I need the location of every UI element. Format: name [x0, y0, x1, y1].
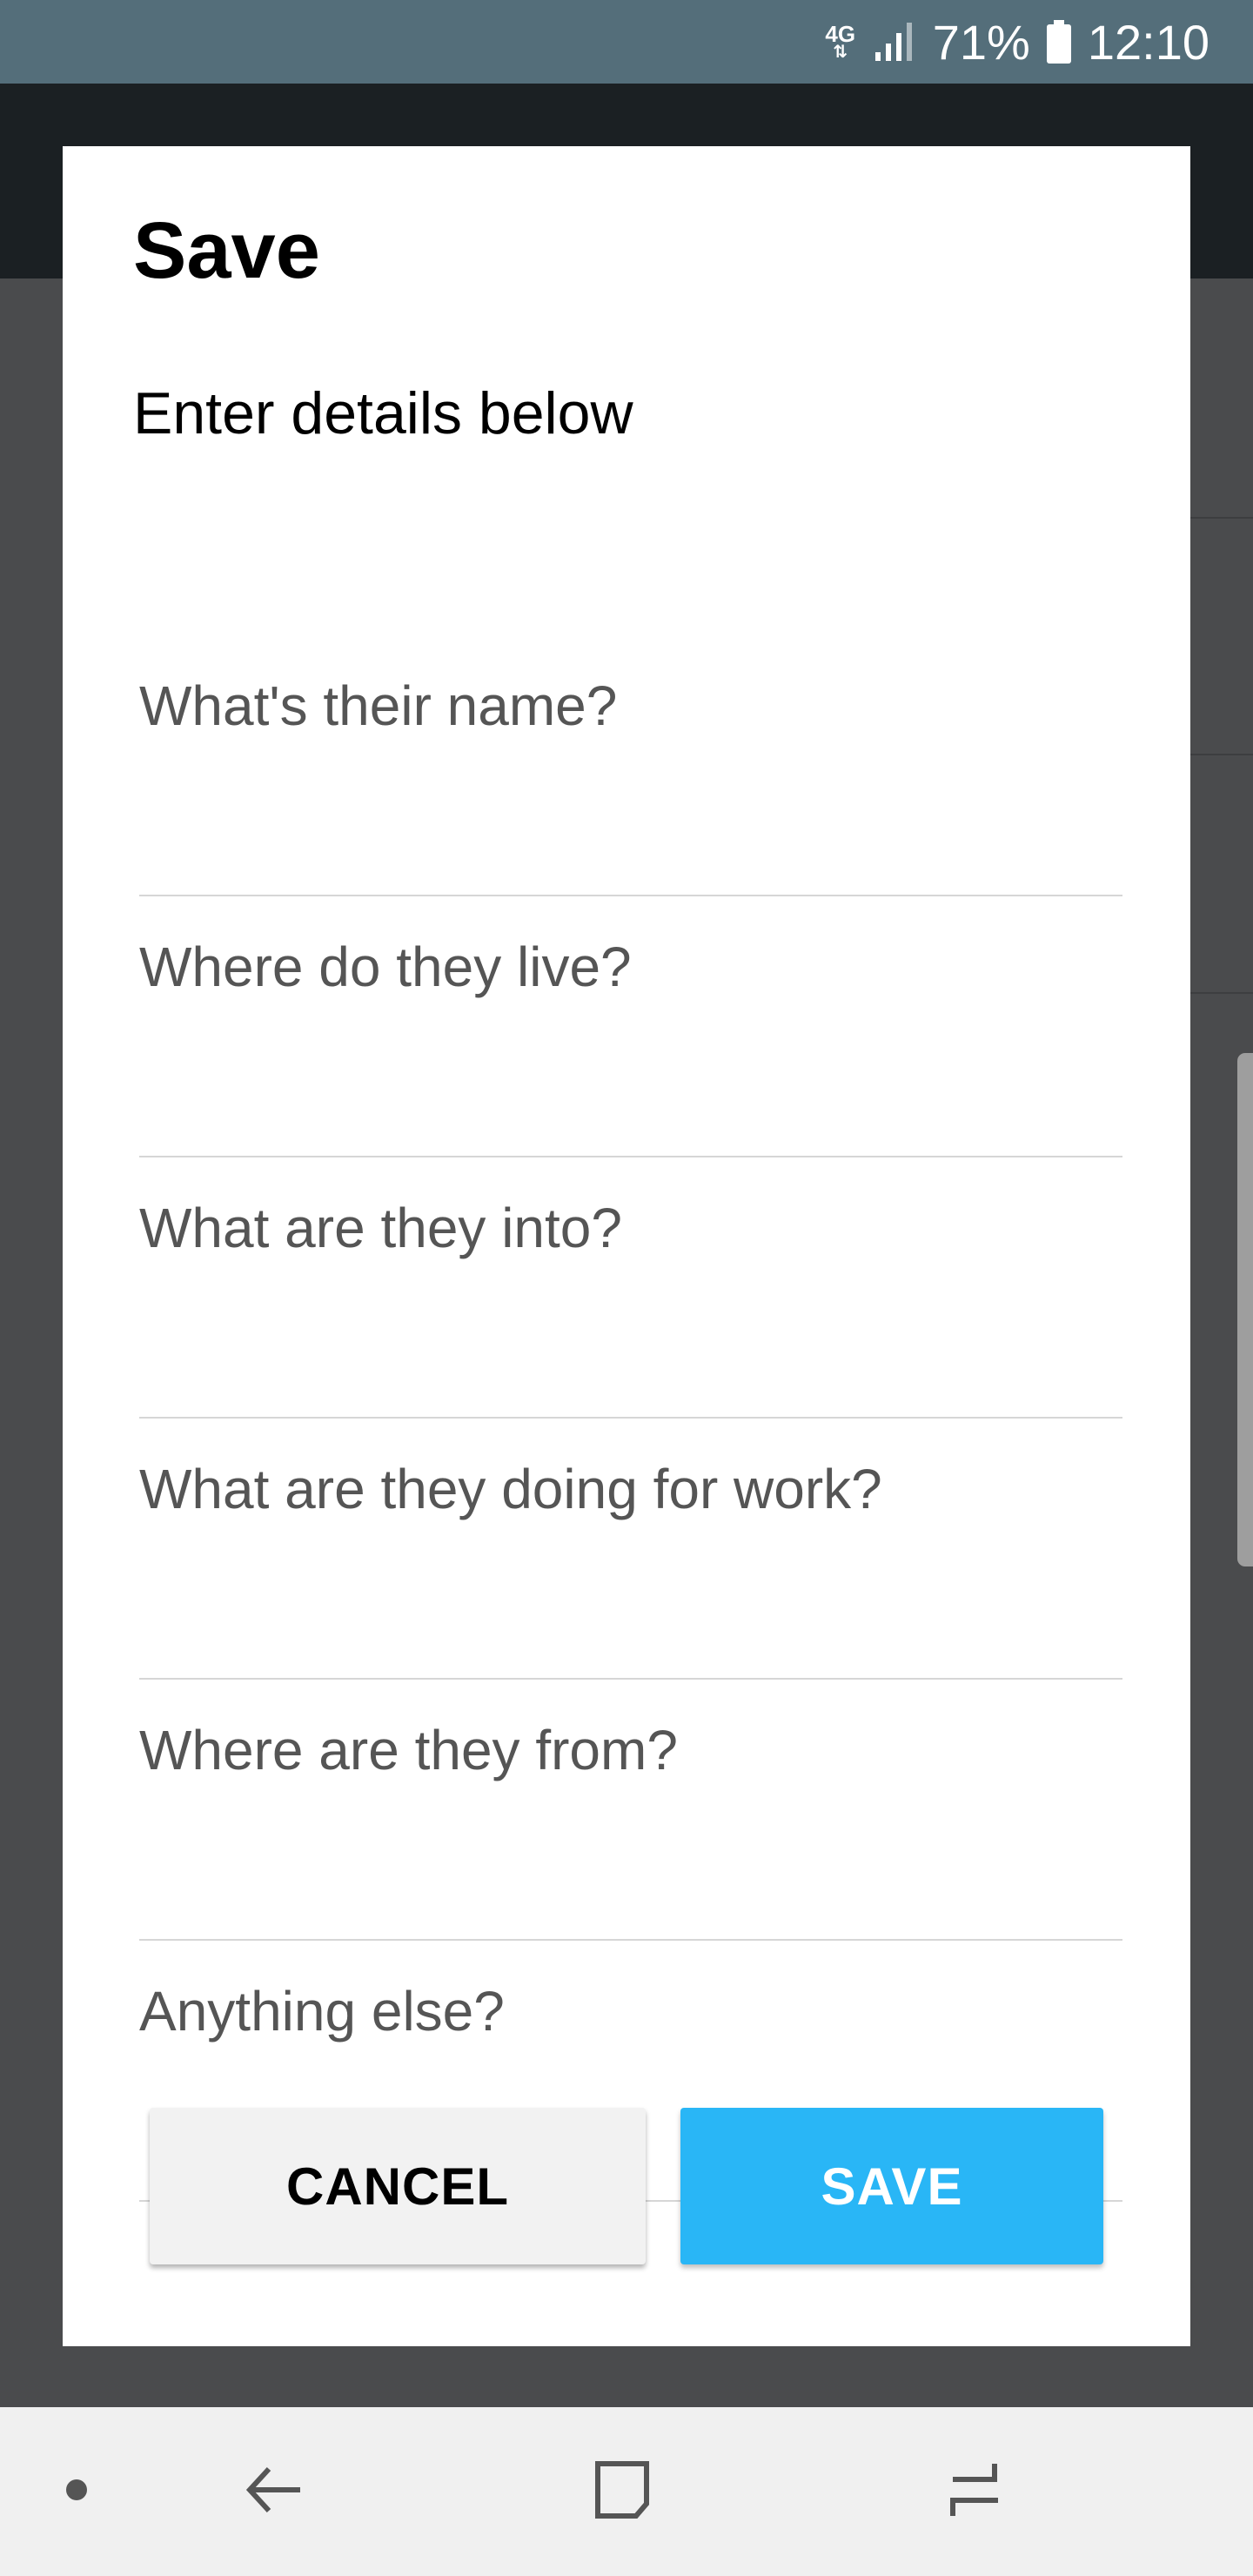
background-divider [1189, 992, 1253, 994]
origin-input[interactable] [139, 1678, 1122, 1939]
signal-icon [874, 23, 912, 61]
network-type-icon: 4G ⇅ [823, 21, 858, 61]
clock: 12:10 [1087, 14, 1209, 70]
residence-input[interactable] [139, 895, 1122, 1156]
work-field[interactable]: What are they doing for work? [139, 1417, 1122, 1680]
work-input[interactable] [139, 1417, 1122, 1678]
status-bar: 4G ⇅ 71% 12:10 [0, 0, 1253, 84]
origin-field[interactable]: Where are they from? [139, 1678, 1122, 1941]
dialog-subtitle: Enter details below [133, 380, 633, 446]
home-icon[interactable] [574, 2442, 670, 2538]
back-icon[interactable] [226, 2442, 322, 2538]
save-dialog: Save Enter details below What's their na… [63, 146, 1190, 2346]
status-icons: 4G ⇅ 71% 12:10 [823, 0, 1209, 84]
cancel-button[interactable]: CANCEL [150, 2108, 646, 2264]
background-divider [1189, 754, 1253, 755]
background-scrollbar [1237, 1053, 1253, 1566]
interests-field[interactable]: What are they into? [139, 1156, 1122, 1419]
save-button[interactable]: SAVE [680, 2108, 1103, 2264]
navigation-bar [0, 2407, 1253, 2576]
residence-field[interactable]: Where do they live? [139, 895, 1122, 1157]
interests-input[interactable] [139, 1156, 1122, 1417]
name-field[interactable]: What's their name? [139, 634, 1122, 896]
dialog-title: Save [133, 206, 320, 295]
network-type-label: 4G [825, 21, 856, 47]
dot-icon[interactable] [29, 2442, 124, 2538]
name-input[interactable] [139, 634, 1122, 895]
battery-icon [1046, 20, 1071, 64]
battery-percent: 71% [932, 14, 1030, 70]
recents-icon[interactable] [928, 2442, 1023, 2538]
background-divider [1189, 517, 1253, 519]
